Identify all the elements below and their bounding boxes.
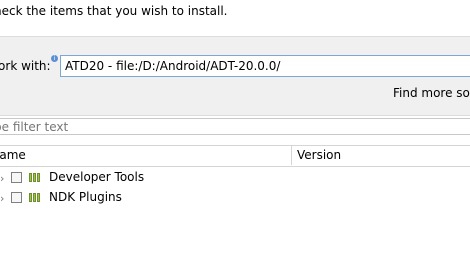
table-row-label[interactable]: Developer Tools xyxy=(49,170,144,184)
instruction-text: heck the items that you wish to install. xyxy=(0,4,228,18)
package-icon xyxy=(29,173,40,182)
find-more-link[interactable]: Find more so xyxy=(393,86,470,100)
filter-input[interactable]: pe filter text xyxy=(0,118,470,135)
info-icon: i xyxy=(51,55,58,62)
expand-arrow-icon[interactable]: › xyxy=(0,192,4,205)
work-with-input[interactable]: ATD20 - file:/D:/Android/ADT-20.0.0/ xyxy=(60,55,470,77)
column-divider[interactable] xyxy=(291,146,292,165)
expand-arrow-icon[interactable]: › xyxy=(0,172,4,185)
table-row-label[interactable]: NDK Plugins xyxy=(49,190,122,204)
row-checkbox[interactable] xyxy=(11,172,22,183)
work-with-label: /ork with: xyxy=(0,59,51,73)
column-header-version[interactable]: Version xyxy=(297,148,341,162)
package-icon xyxy=(29,193,40,202)
row-checkbox[interactable] xyxy=(11,192,22,203)
table-header xyxy=(0,145,470,167)
column-header-name[interactable]: lame xyxy=(0,148,26,162)
